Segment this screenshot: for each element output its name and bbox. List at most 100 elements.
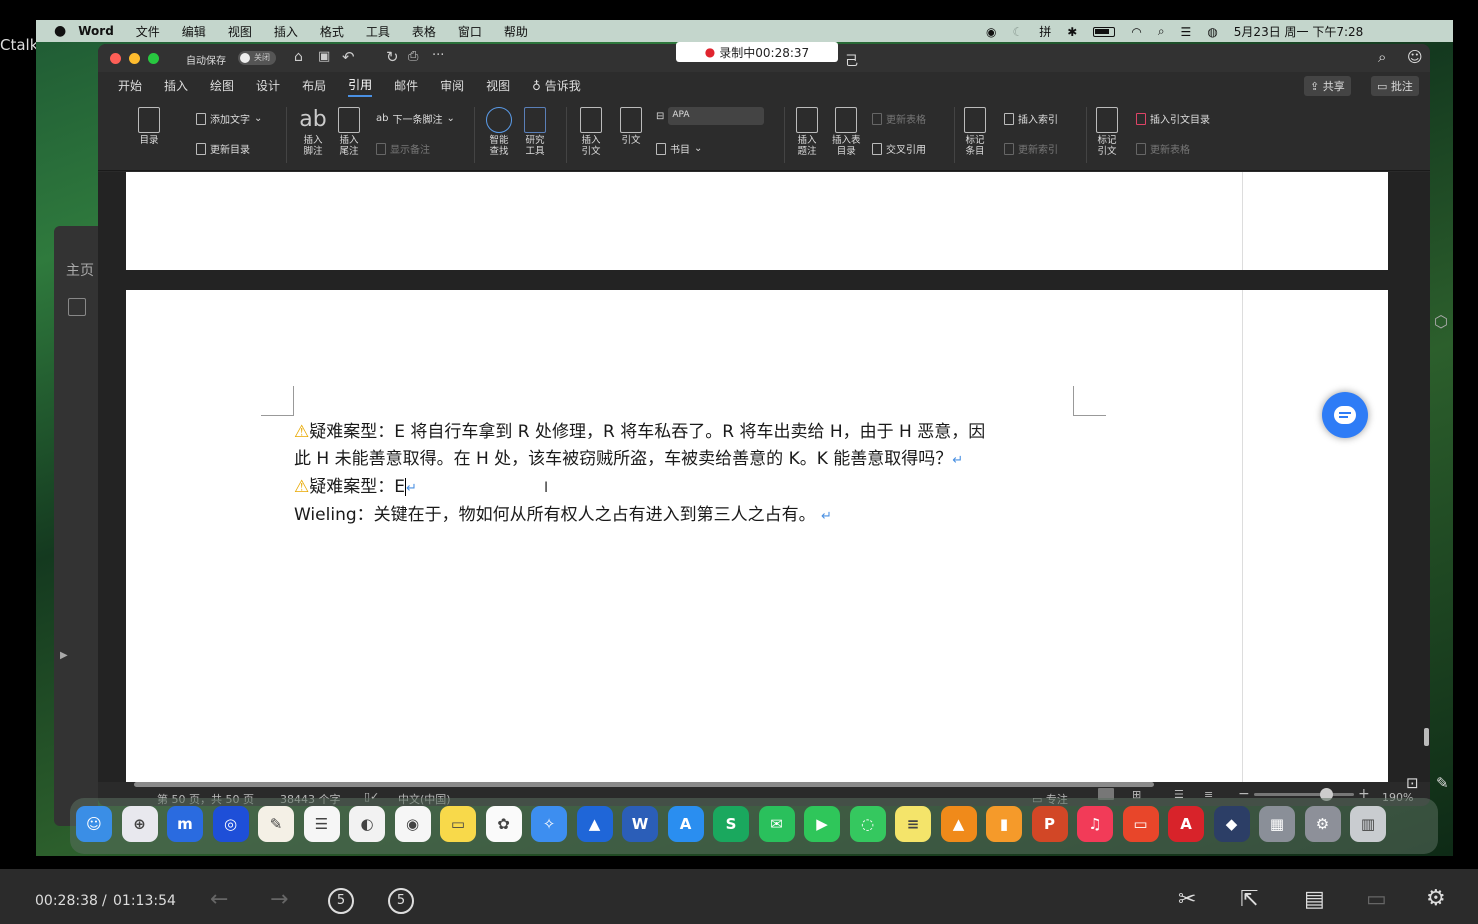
- forward-5-button[interactable]: 5: [388, 888, 414, 914]
- fullscreen-icon[interactable]: ▭: [1366, 889, 1387, 911]
- tab-references[interactable]: 引用: [348, 74, 373, 97]
- search-icon[interactable]: ⌕: [1378, 48, 1386, 66]
- cross-reference-button[interactable]: 交叉引用: [872, 141, 926, 156]
- insert-endnote-button[interactable]: 插入 尾注: [338, 107, 360, 157]
- insert-caption-button[interactable]: 插入 题注: [796, 107, 818, 157]
- dock-appstore-icon[interactable]: A: [667, 806, 704, 842]
- dock-music-icon[interactable]: ♫: [1077, 806, 1113, 842]
- show-notes-button[interactable]: 显示备注: [376, 141, 430, 156]
- chat-bubble-button[interactable]: [1322, 392, 1368, 438]
- undo-icon[interactable]: ↶: [342, 48, 355, 66]
- dock-app-cube-icon[interactable]: ◆: [1213, 806, 1250, 842]
- insert-table-figures-button[interactable]: 插入表 目录: [832, 107, 861, 157]
- dock-safari-icon[interactable]: ✧: [531, 806, 567, 842]
- annotate-icon[interactable]: ✎: [1436, 774, 1449, 792]
- tab-home[interactable]: 开始: [118, 75, 142, 96]
- spotlight-icon[interactable]: ⌕: [1158, 24, 1165, 39]
- insert-footnote-button[interactable]: ab 插入 脚注: [298, 107, 328, 157]
- menubar-insert[interactable]: 插入: [274, 23, 298, 40]
- update-toa-button[interactable]: 更新表格: [1136, 141, 1190, 156]
- dock-wechat-icon[interactable]: ✉: [758, 806, 795, 842]
- paragraph-line-4[interactable]: Wieling：关键在于，物如何从所有权人之占有进入到第三人之占有。 ↵: [294, 501, 832, 531]
- menubar-table[interactable]: 表格: [412, 23, 436, 40]
- menubar-format[interactable]: 格式: [320, 23, 344, 40]
- dock-word-icon[interactable]: W: [622, 806, 658, 842]
- bluetooth-icon[interactable]: ✱: [1067, 25, 1077, 39]
- tab-view[interactable]: 视图: [486, 75, 510, 96]
- tab-insert[interactable]: 插入: [164, 75, 188, 96]
- dock-app-mountain-icon[interactable]: ▲: [576, 806, 613, 842]
- toc-button[interactable]: 目录: [138, 107, 160, 146]
- dock-stickies-icon[interactable]: ≡: [895, 806, 931, 842]
- dock-app-m-icon[interactable]: m: [167, 806, 203, 842]
- bibliography-button[interactable]: 书目 ⌄: [656, 141, 702, 156]
- dock-pages-pen-icon[interactable]: ✎: [258, 806, 294, 842]
- add-text-button[interactable]: 添加文字 ⌄: [196, 111, 262, 126]
- moon-icon[interactable]: ☾: [1012, 25, 1023, 39]
- current-page[interactable]: ⚠疑难案型：E 将自行车拿到 R 处修理，R 将车私吞了。R 将车出卖给 H，由…: [126, 290, 1388, 782]
- settings-hex-icon[interactable]: ⬡: [1434, 312, 1448, 331]
- menubar-datetime[interactable]: 5月23日 周一 下午7:28: [1234, 23, 1363, 40]
- paragraph-line-2[interactable]: 此 H 未能善意取得。在 H 处，该车被窃贼所盗，车被卖给善意的 K。K 能善意…: [294, 445, 963, 475]
- document-canvas[interactable]: ⚠疑难案型：E 将自行车拿到 R 处修理，R 将车私吞了。R 将车出卖给 H，由…: [98, 172, 1430, 782]
- insert-index-button[interactable]: 插入索引: [1004, 111, 1058, 126]
- tab-review[interactable]: 审阅: [440, 75, 464, 96]
- zoom-window-button[interactable]: [148, 53, 159, 64]
- dock-acrobat-icon[interactable]: A: [1168, 806, 1204, 842]
- style-select[interactable]: ⊟ APA: [656, 107, 765, 125]
- insert-toa-button[interactable]: 插入引文目录: [1136, 111, 1210, 126]
- next-arrow-icon[interactable]: →: [270, 889, 288, 911]
- update-toc-button[interactable]: 更新目录: [196, 141, 250, 156]
- scissors-icon[interactable]: ✂: [1178, 889, 1196, 911]
- dock-chrome-icon[interactable]: ◉: [394, 806, 431, 842]
- expand-arrow-icon[interactable]: ▶: [60, 650, 68, 661]
- researcher-button[interactable]: 研究 工具: [524, 107, 546, 157]
- apple-icon[interactable]: ●: [54, 23, 66, 39]
- mark-entry-button[interactable]: 标记 条目: [964, 107, 986, 157]
- dock-app-circle-icon[interactable]: ◎: [212, 806, 249, 842]
- dock-reminders-icon[interactable]: ☰: [303, 806, 340, 842]
- minimize-window-button[interactable]: [129, 53, 140, 64]
- home-icon[interactable]: ⌂: [294, 49, 303, 65]
- menubar-tools[interactable]: 工具: [366, 23, 390, 40]
- autosave-toggle[interactable]: 关闭: [238, 51, 276, 65]
- tab-draw[interactable]: 绘图: [210, 75, 234, 96]
- dock-messages-icon[interactable]: ◌: [849, 806, 886, 842]
- siri-icon[interactable]: ◍: [1207, 25, 1217, 39]
- dock-facetime-icon[interactable]: ▶: [804, 806, 840, 842]
- battery-icon[interactable]: [1093, 26, 1116, 37]
- close-window-button[interactable]: [110, 53, 121, 64]
- gear-icon[interactable]: ⚙: [1426, 888, 1446, 910]
- zoom-slider[interactable]: [1254, 788, 1354, 801]
- tell-me-box[interactable]: ♁ 告诉我: [532, 75, 581, 96]
- wifi-icon[interactable]: ◠: [1131, 25, 1141, 39]
- dock-vlc-icon[interactable]: ▲: [940, 806, 977, 842]
- more-icon[interactable]: ···: [432, 48, 444, 63]
- vertical-scrollbar[interactable]: [1424, 728, 1429, 746]
- dock-finder-icon[interactable]: ☺: [76, 806, 112, 842]
- next-footnote-button[interactable]: ab 下一条脚注 ⌄: [376, 111, 455, 126]
- dock-books-icon[interactable]: ▮: [986, 806, 1022, 842]
- dock-powerpoint-icon[interactable]: P: [1031, 806, 1068, 842]
- dock-photos-icon[interactable]: ✿: [485, 806, 522, 842]
- mark-citation-button[interactable]: 标记 引文: [1096, 107, 1118, 157]
- menubar-edit[interactable]: 编辑: [182, 23, 206, 40]
- citations-button[interactable]: 引文: [620, 107, 642, 146]
- redo-icon[interactable]: ↻: [386, 48, 399, 66]
- dock-app-s-icon[interactable]: S: [713, 806, 749, 842]
- account-icon[interactable]: ☺: [1407, 48, 1423, 66]
- paragraph-line-3[interactable]: ⚠疑难案型：E↵: [294, 473, 417, 503]
- update-index-button[interactable]: 更新索引: [1004, 141, 1058, 156]
- status-app-icon[interactable]: ◉: [986, 25, 996, 39]
- menubar-app-name[interactable]: Word: [78, 24, 114, 38]
- dock-trash-icon[interactable]: ▥: [1350, 806, 1386, 842]
- tab-design[interactable]: 设计: [256, 75, 280, 96]
- subtitles-icon[interactable]: ▤: [1304, 889, 1325, 911]
- horizontal-scrollbar[interactable]: [134, 782, 1154, 787]
- background-window-home[interactable]: 主页: [66, 260, 94, 280]
- insert-citation-button[interactable]: 插入 引文: [580, 107, 602, 157]
- save-icon[interactable]: ▣: [318, 49, 330, 64]
- control-center-icon[interactable]: ☰: [1181, 25, 1192, 39]
- menubar-window[interactable]: 窗口: [458, 23, 482, 40]
- menubar-view[interactable]: 视图: [228, 23, 252, 40]
